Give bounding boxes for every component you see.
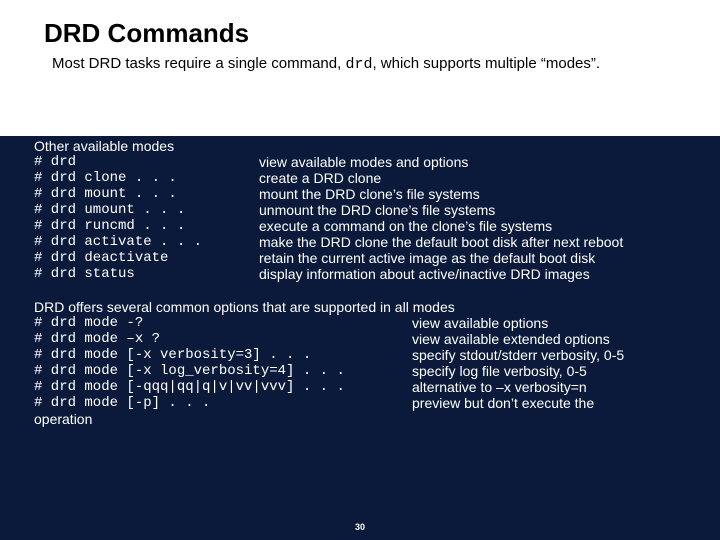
opts-row: # drd mode [-x log_verbosity=4] . . .spe… bbox=[34, 363, 694, 379]
mode-desc: unmount the DRD clone’s file systems bbox=[259, 202, 694, 218]
modes-row: # drd umount . . .unmount the DRD clone’… bbox=[34, 202, 694, 218]
modes-row: # drd deactivateretain the current activ… bbox=[34, 250, 694, 266]
modes-list: # drdview available modes and options # … bbox=[34, 154, 694, 283]
opt-cmd: # drd mode -? bbox=[34, 315, 412, 331]
options-trailing-word: operation bbox=[34, 411, 694, 427]
mode-cmd: # drd mount . . . bbox=[34, 186, 259, 202]
mode-desc: mount the DRD clone’s file systems bbox=[259, 186, 694, 202]
intro-after: , which supports multiple “modes”. bbox=[372, 55, 600, 72]
mode-cmd: # drd status bbox=[34, 266, 259, 282]
mode-desc: view available modes and options bbox=[259, 154, 694, 170]
mode-cmd: # drd umount . . . bbox=[34, 202, 259, 218]
mode-desc: make the DRD clone the default boot disk… bbox=[259, 234, 694, 250]
intro-text: Most DRD tasks require a single command,… bbox=[34, 55, 634, 75]
opt-cmd: # drd mode [-x log_verbosity=4] . . . bbox=[34, 363, 412, 379]
mode-desc: create a DRD clone bbox=[259, 170, 694, 186]
opts-row: # drd mode [-p] . . .preview but don’t e… bbox=[34, 395, 694, 411]
opt-desc: view available extended options bbox=[412, 331, 694, 347]
modes-row: # drd activate . . .make the DRD clone t… bbox=[34, 234, 694, 250]
modes-label: Other available modes bbox=[34, 138, 694, 154]
modes-row: # drd mount . . .mount the DRD clone’s f… bbox=[34, 186, 694, 202]
example-label: Example bbox=[34, 89, 694, 105]
opts-row: # drd mode [-qqq|qq|q|v|vv|vvv] . . .alt… bbox=[34, 379, 694, 395]
opts-row: # drd mode -?view available options bbox=[34, 315, 694, 331]
slide-content: DRD Commands Most DRD tasks require a si… bbox=[34, 12, 694, 427]
mode-cmd: # drd runcmd . . . bbox=[34, 218, 259, 234]
modes-row: # drd clone . . .create a DRD clone bbox=[34, 170, 694, 186]
options-label: DRD offers several common options that a… bbox=[34, 299, 694, 315]
options-list: # drd mode -?view available options # dr… bbox=[34, 315, 694, 412]
opt-desc: view available options bbox=[412, 315, 694, 331]
mode-cmd: # drd clone . . . bbox=[34, 170, 259, 186]
modes-row: # drd statusdisplay information about ac… bbox=[34, 266, 694, 282]
opts-row: # drd mode –x ?view available extended o… bbox=[34, 331, 694, 347]
mode-desc: retain the current active image as the d… bbox=[259, 250, 694, 266]
mode-cmd: # drd deactivate bbox=[34, 250, 259, 266]
intro-before: Most DRD tasks require a single command, bbox=[52, 55, 345, 72]
example-command: # drd clone –t /dev/disk/disk.Y –x overw… bbox=[34, 106, 694, 122]
opt-desc: alternative to –x verbosity=n bbox=[412, 379, 694, 395]
mode-cmd: # drd bbox=[34, 154, 259, 170]
opt-cmd: # drd mode [-p] . . . bbox=[34, 395, 412, 411]
mode-desc: display information about active/inactiv… bbox=[259, 266, 694, 282]
opt-cmd: # drd mode [-x verbosity=3] . . . bbox=[34, 347, 412, 363]
intro-command: drd bbox=[345, 56, 372, 73]
page-number: 30 bbox=[0, 522, 720, 532]
mode-cmd: # drd activate . . . bbox=[34, 234, 259, 250]
opt-desc: specify stdout/stderr verbosity, 0-5 bbox=[412, 347, 694, 363]
opt-desc: preview but don’t execute the bbox=[412, 395, 694, 411]
opts-row: # drd mode [-x verbosity=3] . . .specify… bbox=[34, 347, 694, 363]
opt-cmd: # drd mode –x ? bbox=[34, 331, 412, 347]
modes-row: # drdview available modes and options bbox=[34, 154, 694, 170]
opt-cmd: # drd mode [-qqq|qq|q|v|vv|vvv] . . . bbox=[34, 379, 412, 395]
mode-desc: execute a command on the clone’s file sy… bbox=[259, 218, 694, 234]
modes-row: # drd runcmd . . .execute a command on t… bbox=[34, 218, 694, 234]
opt-desc: specify log file verbosity, 0-5 bbox=[412, 363, 694, 379]
